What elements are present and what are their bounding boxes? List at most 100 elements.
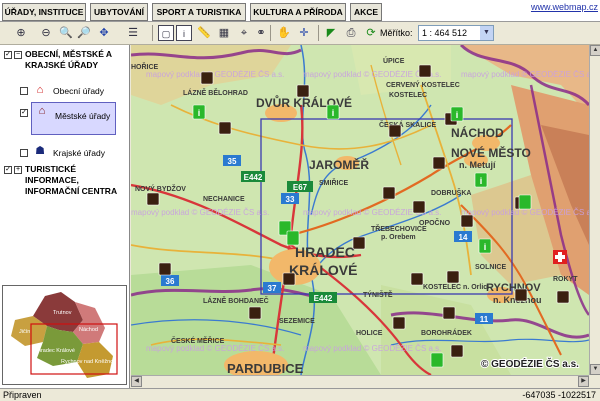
svg-text:i: i [484,242,487,252]
pan-hand-icon[interactable]: ✋ [276,25,292,41]
town-ceska-skalice: ČESKÁ SKALICE [379,120,437,129]
binoculars-icon[interactable]: ⚭ [253,25,269,41]
tab-sport[interactable]: SPORT A TURISTIKA [152,3,246,21]
overview-label-hk: Hradec Králové [37,348,75,354]
town-tyniste: TÝNIŠTĚ [363,290,393,299]
print-icon[interactable]: ⎙ [343,25,359,41]
select-icon[interactable]: ▦ [216,25,232,41]
overview-map-graphic: Trutnov Jičín Náchod Hradec Králové Rych… [11,292,118,378]
watermark: mapový podklad © GEODÉZIE ČS a.s. [131,208,269,217]
town-hall-icon: ⌂ [36,84,44,96]
road-badge-35: 35 [228,157,237,166]
town-lazne-belohrad: LÁZNĚ BĚLOHRAD [183,88,248,97]
town-p-orebem: p. Orebem [381,234,416,241]
town-smirice: SMIŘICE [319,178,349,187]
zoom-previous-icon[interactable]: 🔎 [76,25,92,41]
town-rychnov: RYCHNOV [486,282,541,294]
town-sezemice: SEZEMICE [279,318,315,325]
watermark: mapový podklad © GEODÉZIE ČS a.s. [146,344,284,353]
find-icon[interactable]: ⌖ [236,25,252,41]
svg-text:i: i [480,176,483,186]
town-nachod: NÁCHOD [451,125,504,140]
layer-label-obecni: Obecní úřady [53,86,105,96]
town-nechanice: NECHANICE [203,196,245,203]
town-jaromer: JAROMĚŘ [309,157,369,172]
watermark: mapový podklad © GEODÉZIE ČS a.s. [461,70,589,79]
zoom-window-icon[interactable]: 🔍 [58,25,74,41]
zoom-out-icon[interactable]: ⊖ [38,25,54,41]
category-tab-bar: ÚŘADY, INSTITUCE UBYTOVÁNÍ SPORT A TURIS… [0,0,600,22]
scale-select[interactable]: 1 : 464 512 ▼ [418,25,494,41]
road-badge-37: 37 [268,284,277,293]
town-novy-bydzov: NOVÝ BYDŽOV [135,184,186,193]
site-link[interactable]: www.webmap.cz [531,2,598,12]
tab-kultura[interactable]: KULTURA A PŘÍRODA [250,3,346,21]
map-graphic: 35 33 37 14 36 11 E442 E67 E442 mapový p… [131,45,589,375]
road-badge-14: 14 [459,233,468,242]
overview-label-rychnov: Rychnov nad Kněžnou [61,359,116,365]
measure-icon[interactable]: 📏 [196,25,212,41]
layer-label-krajske: Krajské úřady [53,148,105,158]
layer-checkbox-mestske[interactable]: ✓ [20,109,28,117]
svg-text:i: i [198,108,201,118]
tab-urady[interactable]: ÚŘADY, INSTITUCE [2,3,86,21]
select-box-icon[interactable]: ▢ [158,25,174,41]
town-rokyt: ROKYT [553,276,578,283]
layer-checkbox-obecni[interactable] [20,87,28,95]
road-badge-e442: E442 [314,294,333,303]
legend-flag-icon[interactable]: ◤ [323,25,339,41]
coordinates-readout: -647035 -1022517 [522,390,596,400]
road-badge-11: 11 [480,315,489,324]
town-hradec: HRADEC [295,244,355,260]
svg-text:i: i [456,110,459,120]
town-horice: HOŘICE [131,62,159,71]
town-kostelec: KOSTELEC [389,92,427,99]
move-icon[interactable]: ✛ [296,25,312,41]
map-canvas[interactable]: 35 33 37 14 36 11 E442 E67 E442 mapový p… [131,45,589,375]
refresh-icon[interactable]: ⟳ [363,25,379,41]
tab-akce[interactable]: AKCE [350,3,382,21]
town-holice: HOLICE [356,330,383,337]
town-cerveny-kostelec: CERVENÝ KOSTELEC [386,80,460,89]
watermark: mapový podklad © GEODÉZIE ČS a.s. [461,208,589,217]
town-ceske-merice: ČESKÉ MĚŘICE [171,336,225,345]
regional-office-icon: ☗ [35,145,45,157]
scroll-right-icon[interactable]: ▶ [578,376,589,387]
identify-icon[interactable]: ☰ [125,25,141,41]
map-copyright: © GEODÉZIE ČS a.s. [481,357,579,370]
info-icon[interactable]: i [176,25,192,41]
group-checkbox[interactable]: ✓ [4,51,12,59]
vertical-scrollbar[interactable]: ▲ ▼ [589,45,600,375]
layer-panel: ✓ − OBECNÍ, MĚSTSKÉ A KRAJSKÉ ÚŘADY ⌂ Ob… [0,45,130,388]
scroll-left-icon[interactable]: ◀ [131,376,142,387]
zoom-in-icon[interactable]: ⊕ [13,25,29,41]
town-kralove: KRÁLOVÉ [289,262,357,278]
town-borohradek: BOROHRÁDEK [421,328,472,337]
town-nove-mesto: NOVÉ MĚSTO [451,145,531,160]
chevron-down-icon[interactable]: ▼ [480,26,493,40]
expand-icon[interactable]: + [14,166,22,174]
town-lazne-bohdanec: LÁZNĚ BOHDANEČ [203,296,269,305]
tab-ubytovani[interactable]: UBYTOVÁNÍ [90,3,148,21]
status-text: Připraven [3,390,42,400]
pan-icon[interactable]: ✥ [96,25,112,41]
status-bar: Připraven -647035 -1022517 [0,388,600,401]
watermark: mapový podklad © GEODÉZIE ČS a.s. [146,70,284,79]
scale-value: 1 : 464 512 [422,28,468,38]
overview-map[interactable]: Trutnov Jičín Náchod Hradec Králové Rych… [2,285,127,385]
app-window: ÚŘADY, INSTITUCE UBYTOVÁNÍ SPORT A TURIS… [0,0,600,401]
layer-checkbox-krajske[interactable] [20,149,28,157]
overview-label-jicin: Jičín [19,329,30,335]
scroll-down-icon[interactable]: ▼ [590,364,600,375]
overview-label-nachod: Náchod [79,327,98,333]
layer-group-urady: OBECNÍ, MĚSTSKÉ A KRAJSKÉ ÚŘADY [25,49,112,70]
group-checkbox-tourist[interactable]: ✓ [4,166,12,174]
road-badge-36: 36 [166,277,175,286]
town-opocno: OPOČNO [419,218,451,227]
road-badge-33: 33 [286,195,295,204]
layer-label-mestske[interactable]: Městské úřady [55,111,115,121]
horizontal-scrollbar[interactable]: ◀ ▶ [131,375,589,387]
scroll-up-icon[interactable]: ▲ [590,45,600,56]
map-toolbar: ⊕ ⊖ 🔍 🔎 ✥ ☰ ▢ i 📏 ▦ ⌖ ⚭ ✋ ✛ ◤ ⎙ ⟳ Měřítk… [0,22,600,45]
expand-icon[interactable]: − [14,51,22,59]
